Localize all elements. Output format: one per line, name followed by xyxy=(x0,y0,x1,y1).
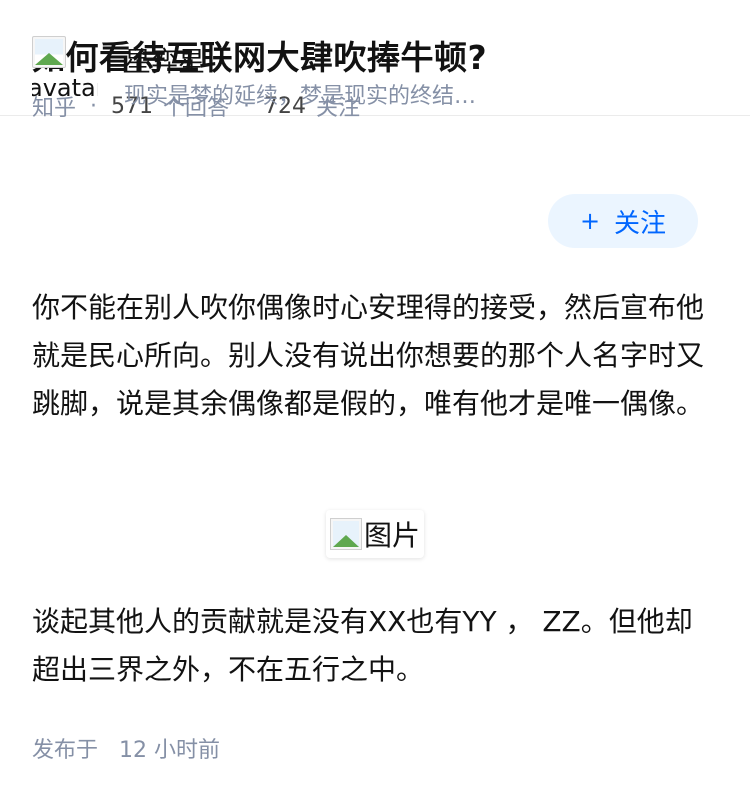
broken-image-icon xyxy=(329,518,362,550)
answer-paragraph: 谈起其他人的贡献就是没有XX也有YY ， ZZ。但他却超出三界之外，不在五行之中… xyxy=(32,605,693,686)
plus-icon: + xyxy=(579,207,601,235)
answer-image-container: 图片 xyxy=(0,510,750,558)
publish-label: 发布于 xyxy=(32,738,99,763)
author-name[interactable]: 星弈星 xyxy=(124,40,205,79)
avatar[interactable]: avatar xyxy=(32,36,98,102)
publish-time: 发布于 12 小时前 xyxy=(32,732,220,764)
image-alt-text: 图片 xyxy=(363,519,420,552)
follow-button-label: 关注 xyxy=(614,208,667,239)
follow-button[interactable]: + 关注 xyxy=(548,194,698,248)
broken-image-icon xyxy=(32,36,66,68)
answer-image[interactable]: 图片 xyxy=(325,510,424,558)
avatar-alt-text: avatar xyxy=(32,74,98,102)
publish-time-value: 12 小时前 xyxy=(119,738,221,763)
author-bio: 现实是梦的延续，梦是现实的终结… xyxy=(124,84,477,109)
answer-paragraph: 你不能在别人吹你偶像时心安理得的接受，然后宣布他就是民心所向。别人没有说出你想要… xyxy=(32,291,705,420)
